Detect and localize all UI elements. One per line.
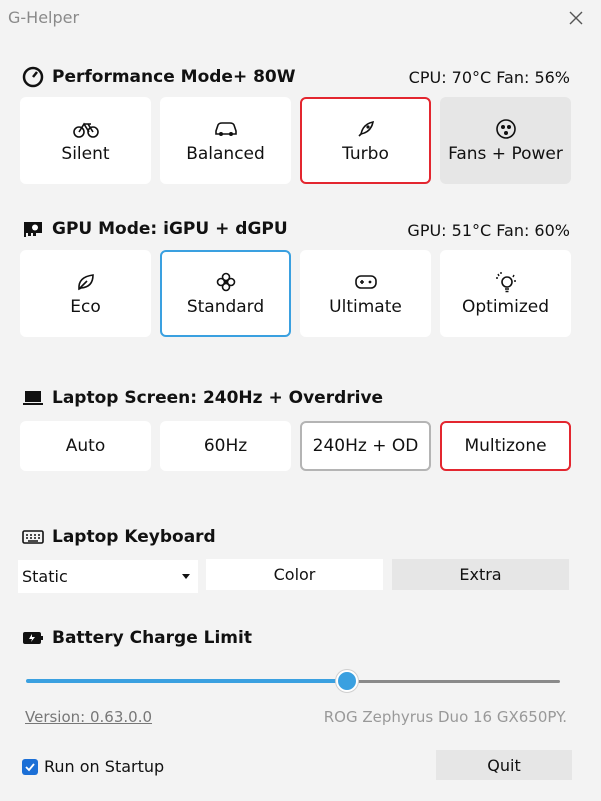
gpu-section-title: GPU Mode: iGPU + dGPU <box>22 219 288 239</box>
bicycle-icon <box>72 118 99 140</box>
mode-turbo-button[interactable]: Turbo <box>300 97 431 184</box>
mode-balanced-button[interactable]: Balanced <box>160 97 291 184</box>
performance-title: Performance Mode+ 80W <box>52 67 296 87</box>
keyboard-icon <box>22 530 44 544</box>
fans-power-label: Fans + Power <box>448 143 563 164</box>
gpu-standard-label: Standard <box>186 296 265 317</box>
screen-60hz-button[interactable]: 60Hz <box>160 421 291 471</box>
gpu-ultimate-button[interactable]: Ultimate <box>300 250 431 337</box>
keyboard-mode-select[interactable]: Static <box>18 560 198 593</box>
close-button[interactable] <box>562 4 590 32</box>
keyboard-color-label: Color <box>273 565 316 584</box>
screen-multizone-label: Multizone <box>464 436 547 456</box>
run-on-startup-label: Run on Startup <box>44 757 165 776</box>
performance-section-title: Performance Mode+ 80W <box>22 66 296 88</box>
battery-charging-icon <box>23 632 43 644</box>
gpu-eco-button[interactable]: Eco <box>20 250 151 337</box>
keyboard-color-button[interactable]: Color <box>206 559 383 590</box>
checkbox-checked-icon <box>22 758 38 775</box>
screen-240hz-od-button[interactable]: 240Hz + OD <box>300 421 431 471</box>
screen-title: Laptop Screen: 240Hz + Overdrive <box>52 388 384 408</box>
mode-turbo-label: Turbo <box>342 143 389 164</box>
gamepad-icon <box>354 271 378 293</box>
battery-section-title: Battery Charge Limit <box>22 628 252 648</box>
sparkle-bulb-icon <box>494 271 518 293</box>
flower-icon <box>215 271 237 293</box>
screen-multizone-button[interactable]: Multizone <box>440 421 571 471</box>
car-icon <box>213 118 239 140</box>
laptop-icon <box>23 391 43 405</box>
close-icon <box>569 11 583 25</box>
version-link[interactable]: Version: 0.63.0.0 <box>25 708 152 726</box>
screen-60hz-label: 60Hz <box>203 436 248 456</box>
fans-power-button[interactable]: Fans + Power <box>440 97 571 184</box>
keyboard-mode-value: Static <box>22 567 68 586</box>
cpu-status: CPU: 70°C Fan: 56% <box>408 68 570 87</box>
keyboard-section-title: Laptop Keyboard <box>22 527 216 547</box>
gpu-optimized-button[interactable]: Optimized <box>440 250 571 337</box>
screen-auto-label: Auto <box>65 436 106 456</box>
quit-label: Quit <box>487 755 521 775</box>
run-on-startup-checkbox[interactable]: Run on Startup <box>22 757 164 776</box>
keyboard-title: Laptop Keyboard <box>52 527 216 547</box>
screen-auto-button[interactable]: Auto <box>20 421 151 471</box>
gpu-standard-button[interactable]: Standard <box>160 250 291 337</box>
dropdown-arrow-icon <box>182 573 190 579</box>
quit-button[interactable]: Quit <box>436 750 572 780</box>
keyboard-extra-button[interactable]: Extra <box>392 559 569 590</box>
mode-silent-label: Silent <box>61 143 110 164</box>
gpu-optimized-label: Optimized <box>461 296 550 317</box>
gpu-status: GPU: 51°C Fan: 60% <box>407 221 570 240</box>
leaf-icon <box>75 271 97 293</box>
gpu-ultimate-label: Ultimate <box>329 296 402 317</box>
gpu-eco-label: Eco <box>70 296 101 317</box>
model-name: ROG Zephyrus Duo 16 GX650PY. <box>323 708 567 726</box>
mode-balanced-label: Balanced <box>186 143 265 164</box>
slider-track-filled <box>26 679 346 683</box>
screen-240hz-od-label: 240Hz + OD <box>312 436 419 456</box>
slider-track-empty <box>356 680 560 683</box>
slider-thumb[interactable] <box>336 670 358 692</box>
speedometer-icon <box>22 66 44 88</box>
battery-title: Battery Charge Limit <box>52 628 252 648</box>
fan-settings-icon <box>495 118 517 140</box>
window-title: G-Helper <box>8 8 80 27</box>
screen-section-title: Laptop Screen: 240Hz + Overdrive <box>22 388 383 408</box>
rocket-icon <box>355 118 377 140</box>
keyboard-extra-label: Extra <box>459 565 502 584</box>
gpu-title: GPU Mode: iGPU + dGPU <box>52 219 288 239</box>
gpu-card-icon <box>24 222 42 237</box>
mode-silent-button[interactable]: Silent <box>20 97 151 184</box>
battery-charge-slider[interactable] <box>26 668 560 694</box>
